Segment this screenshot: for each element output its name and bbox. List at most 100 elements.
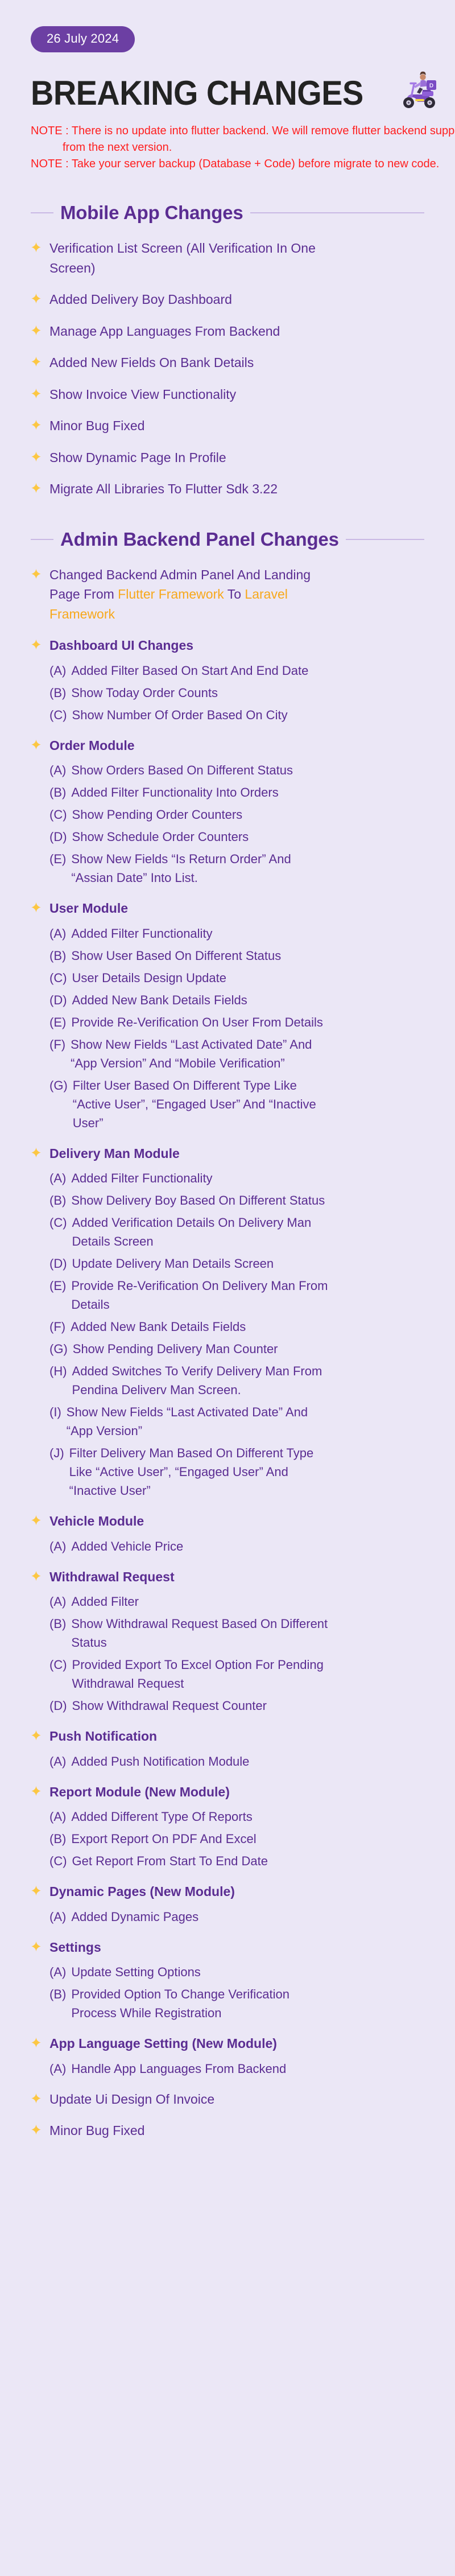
sub-list: (A) Added Filter Functionality (B) Show Use… [49, 924, 424, 1132]
sub-item-letter: (A) [49, 1171, 67, 1185]
sub-list-item: (C) Get Report From Start To End Date [49, 1852, 424, 1870]
list-item: Manage App Languages From Backend [31, 322, 424, 341]
star-icon [31, 898, 42, 916]
sub-item-label: Added Push Notification Module [71, 1754, 250, 1769]
star-icon [31, 385, 42, 402]
list-item: Show Dynamic Page In Profile [31, 448, 424, 468]
sub-list: (A) Show Orders Based On Different Status… [49, 761, 424, 887]
sub-list-item: (A) Added Filter [49, 1592, 424, 1611]
list-item: App Language Setting (New Module) [31, 2034, 424, 2054]
sub-item-letter: (E) [49, 1015, 67, 1029]
note-line: NOTE : There is no update into flutter b… [31, 125, 455, 137]
sub-list-item: (H) Added Switches To Verify Delivery Man… [49, 1362, 424, 1399]
delivery-scooter-icon: D [396, 69, 440, 113]
sub-list-item: (A) Show Orders Based On Different Status [49, 761, 424, 780]
star-icon [31, 238, 42, 255]
sub-list-item: (A) Added Different Type Of Reports [49, 1807, 424, 1826]
list-item-label: Verification List Screen (All Verificati… [49, 241, 316, 275]
list-item: Vehicle Module [31, 1511, 424, 1531]
list-item-label: Update Ui Design Of Invoice [49, 2091, 215, 2107]
sub-item-label: Added Filter Functionality Into Orders [71, 785, 279, 799]
sub-item-letter: (C) [49, 1658, 67, 1672]
divider-right [345, 538, 424, 540]
sub-item-label: Show Today Order Counts [71, 685, 218, 700]
sub-list-item: (G) Show Pending Delivery Man Counter [49, 1339, 424, 1358]
sub-item-letter: (A) [49, 1539, 67, 1553]
sub-list-item: (B) Added Filter Functionality Into Order… [49, 783, 424, 802]
sub-list: (A) Added Filter Functionality (B) Show Del… [49, 1169, 424, 1500]
sub-list-item: (C) Show Pending Order Counters [49, 805, 424, 824]
sub-item-label: Added Filter Based On Start And End Date [71, 663, 309, 678]
sub-list-item: (B) Show Today Order Counts [49, 683, 424, 702]
sub-item-label: Show Withdrawal Request Counter [72, 1699, 267, 1713]
sub-list-item: (J) Filter Delivery Man Based On Differen… [49, 1444, 424, 1500]
changelog-page: 26 July 2024 BREAKING CHANGES D NOTE: T… [0, 0, 455, 2141]
list-item-label: Report Module (New Module) [49, 1784, 230, 1799]
list-item-label: Order Module [49, 737, 135, 753]
list-item: Dashboard UI Changes [31, 636, 424, 656]
star-icon [31, 2034, 42, 2051]
list-item: Withdrawal Request [31, 1567, 424, 1587]
sub-item-label: Export Report On PDF And Excel [71, 1832, 257, 1846]
sub-item-label: Added Different Type Of Reports [71, 1810, 253, 1824]
sub-item-label: Get Report From Start To End Date [72, 1854, 268, 1868]
list-item-label: Settings [49, 1939, 101, 1955]
sub-item-letter: (G) [49, 1078, 68, 1093]
list-item-label: Migrate All Libraries To Flutter Sdk 3.2… [49, 481, 278, 496]
item-text-part: To [224, 587, 245, 601]
sub-item-label: Handle App Languages From Backend [71, 2061, 287, 2076]
sub-item-letter: (C) [49, 970, 67, 985]
star-icon [31, 1882, 42, 1899]
list-item-label: Vehicle Module [49, 1514, 144, 1528]
list-item: Show Invoice View Functionality [31, 385, 424, 405]
sub-item-letter: (I) [49, 1405, 61, 1419]
list-item-label: Withdrawal Request [49, 1569, 175, 1584]
sub-item-label: Added Filter Functionality [71, 1171, 213, 1185]
sub-item-label: Provided Option To Change Verification P… [71, 1987, 289, 2020]
list-item-label: Minor Bug Fixed [49, 2123, 145, 2138]
list-item: Order Module [31, 736, 424, 756]
sub-item-letter: (B) [49, 1193, 67, 1207]
sub-list-item: (E) Provide Re-Verification On Delivery M… [49, 1276, 424, 1314]
highlighted-text: Flutter Framework [118, 587, 224, 601]
sub-item-label: Show Schedule Order Counters [72, 830, 249, 844]
list-item-label: Show Dynamic Page In Profile [49, 450, 226, 465]
sub-item-letter: (C) [49, 1215, 67, 1230]
sub-list-item: (C) Show Number Of Order Based On City [49, 706, 424, 724]
list-item-label: Added Delivery Boy Dashboard [49, 292, 232, 307]
star-icon [31, 2089, 42, 2107]
section-title: Admin Backend Panel Changes [60, 528, 339, 550]
sub-item-letter: (A) [49, 926, 67, 941]
sub-list: (A) Added Different Type Of Reports (B) Exp… [49, 1807, 424, 1870]
sub-item-letter: (J) [49, 1446, 64, 1460]
sub-list: (A) Update Setting Options (B) Provided Opt… [49, 1963, 424, 2022]
list-item-label: Dashboard UI Changes [49, 638, 194, 653]
sub-list: (A) Added Vehicle Price [49, 1537, 424, 1556]
sub-item-label: Show New Fields “Last Activated Date” An… [66, 1405, 308, 1438]
sub-list-item: (D) Added New Bank Details Fields [49, 991, 424, 1009]
sub-list-item: (A) Added Dynamic Pages [49, 1907, 424, 1926]
sub-item-letter: (G) [49, 1342, 68, 1356]
sub-item-label: Show New Fields “Last Activated Date” An… [71, 1037, 312, 1070]
sub-item-label: Show Pending Delivery Man Counter [72, 1342, 278, 1356]
sub-list-item: (B) Show Delivery Boy Based On Different … [49, 1191, 424, 1210]
star-icon [31, 353, 42, 370]
star-icon [31, 290, 42, 307]
list-item: Minor Bug Fixed [31, 416, 424, 436]
sub-list-item: (F) Added New Bank Details Fields [49, 1317, 424, 1336]
sub-item-letter: (F) [49, 1320, 66, 1334]
sub-item-label: Filter Delivery Man Based On Different T… [69, 1446, 314, 1498]
sub-list-item: (A) Handle App Languages From Backend [49, 2059, 424, 2078]
sub-item-letter: (B) [49, 948, 67, 963]
bullet-list: Changed Backend Admin Panel And Landing … [31, 565, 424, 2141]
sub-item-letter: (D) [49, 830, 67, 844]
sub-item-label: Show User Based On Different Status [71, 948, 282, 963]
